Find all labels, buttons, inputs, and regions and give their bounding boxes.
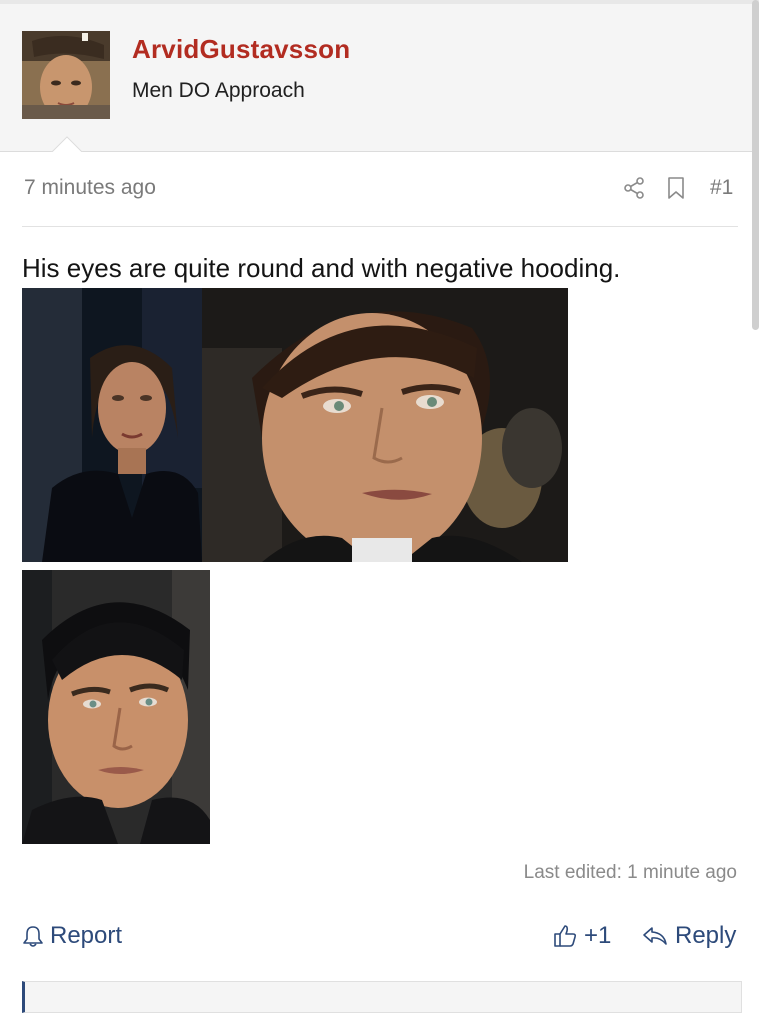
like-button[interactable]: +1 — [552, 922, 611, 950]
post-body-text: His eyes are quite round and with negati… — [22, 253, 621, 283]
post-image-3[interactable] — [22, 570, 210, 844]
reply-arrow-icon — [643, 927, 667, 945]
user-title: Men DO Approach — [132, 79, 305, 102]
header-pointer — [47, 131, 87, 152]
scrollbar[interactable] — [752, 0, 759, 330]
last-edited-text: Last edited: 1 minute ago — [523, 862, 737, 883]
post-timestamp[interactable]: 7 minutes ago — [24, 176, 156, 200]
divider — [22, 226, 738, 227]
report-label: Report — [50, 922, 123, 949]
reply-button[interactable]: Reply — [641, 922, 736, 950]
avatar[interactable] — [22, 31, 110, 119]
username-link[interactable]: ArvidGustavsson — [132, 34, 350, 65]
report-button[interactable]: Report — [22, 922, 122, 950]
post-author-header: ArvidGustavsson Men DO Approach — [0, 4, 754, 152]
bookmark-icon[interactable] — [666, 176, 686, 200]
reply-label: Reply — [675, 922, 737, 949]
post-image-1[interactable] — [22, 288, 202, 562]
share-icon[interactable] — [622, 176, 646, 200]
thumbs-up-icon — [554, 925, 577, 947]
post-image-2[interactable] — [202, 288, 568, 562]
post-number-link[interactable]: #1 — [710, 176, 733, 200]
bell-icon — [23, 926, 43, 947]
quick-reply-box[interactable] — [22, 981, 742, 1013]
like-count: +1 — [584, 922, 612, 949]
